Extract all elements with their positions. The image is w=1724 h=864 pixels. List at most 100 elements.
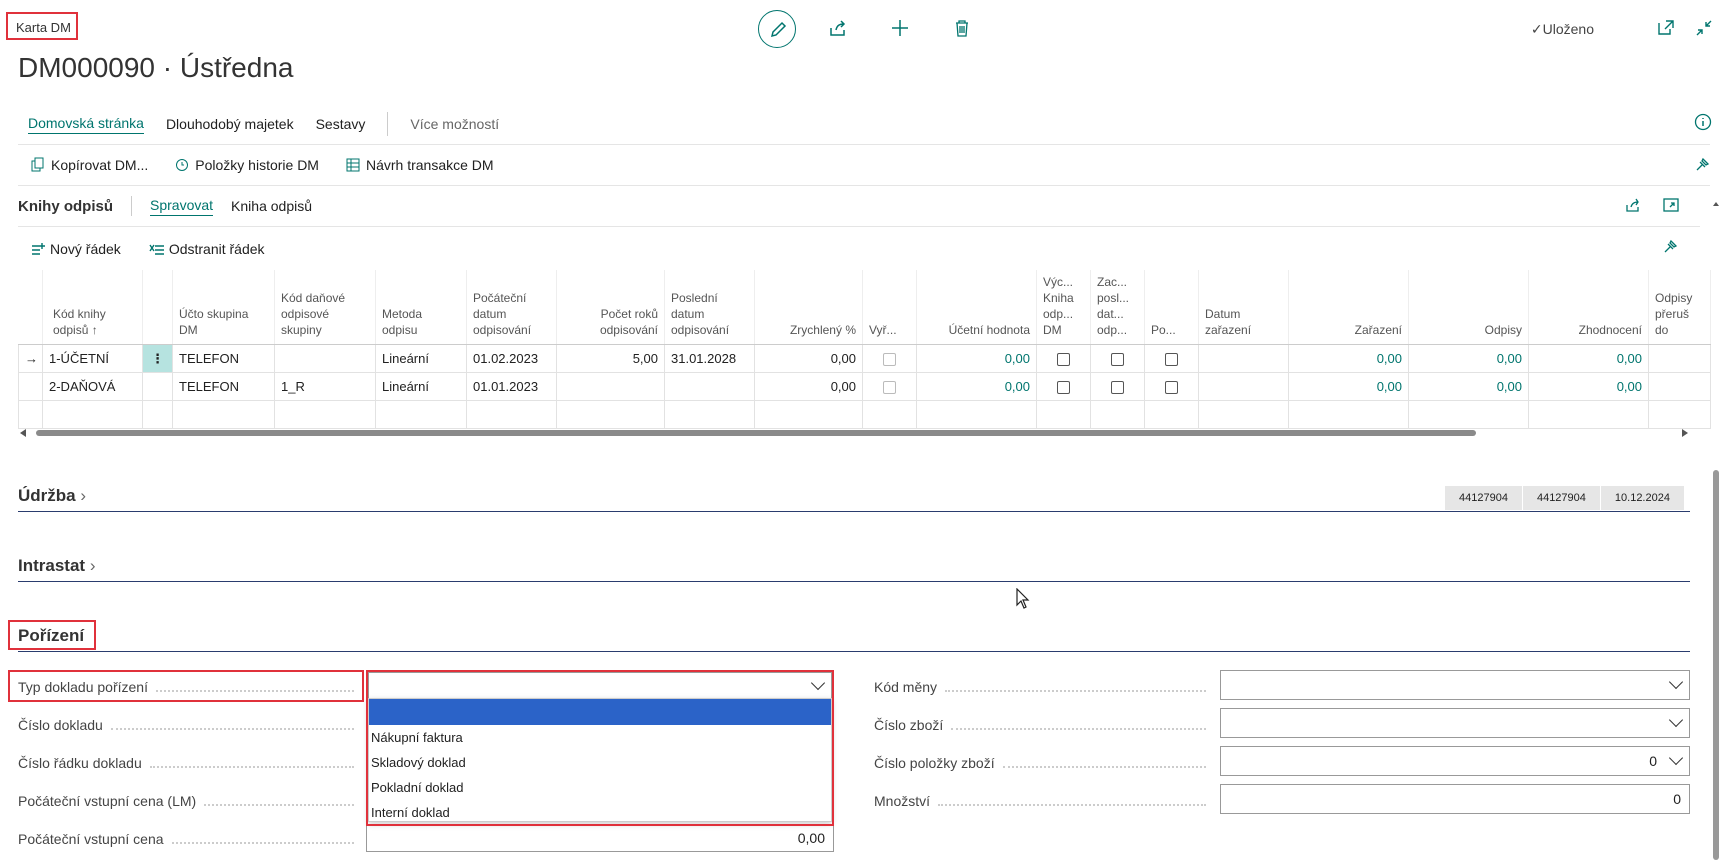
col-book-value[interactable]: Účetní hodnota xyxy=(916,270,1037,345)
cell-placement-date[interactable] xyxy=(1198,344,1289,373)
dropdown-option-purchase-invoice[interactable]: Nákupní faktura xyxy=(369,725,831,750)
col-acquisition[interactable]: Zařazení xyxy=(1288,270,1409,345)
horizontal-scrollbar[interactable] xyxy=(18,428,1692,438)
cell-end-date[interactable]: 31.01.2028 xyxy=(664,344,755,373)
dropdown-option-internal-document[interactable]: Interní doklad xyxy=(369,800,831,825)
share-icon[interactable] xyxy=(826,16,850,40)
po-checkbox[interactable] xyxy=(1165,381,1178,395)
col-appreciation[interactable]: Zhodnocení xyxy=(1528,270,1649,345)
cell-default-book[interactable] xyxy=(1036,344,1091,373)
copy-fa-button[interactable]: Kopírovat DM... xyxy=(30,157,148,173)
table-row[interactable]: 2-DAŇOVÁ TELEFON 1_R Lineární 01.01.2023… xyxy=(18,372,1711,401)
cell-method[interactable]: Lineární xyxy=(375,344,467,373)
cell-po[interactable] xyxy=(1144,344,1199,373)
cell-posting-group[interactable]: TELEFON xyxy=(172,344,275,373)
cell-acquisition[interactable]: 0,00 xyxy=(1288,344,1409,373)
chevron-down-icon[interactable] xyxy=(1668,712,1684,728)
collapse-icon[interactable] xyxy=(1694,18,1714,38)
col-end-date[interactable]: Poslední datum odpisování xyxy=(664,270,755,345)
chevron-down-icon[interactable] xyxy=(1668,674,1684,690)
pin-icon[interactable] xyxy=(1694,155,1712,173)
cell-default-book[interactable] xyxy=(1036,372,1091,401)
table-row-empty[interactable] xyxy=(18,400,1711,429)
cell-depreciation[interactable]: 0,00 xyxy=(1408,372,1529,401)
cell-appreciation[interactable]: 0,00 xyxy=(1528,344,1649,373)
vertical-scroll-thumb[interactable] xyxy=(1713,470,1719,860)
first-date-checkbox[interactable] xyxy=(1111,381,1124,395)
item-no-select[interactable] xyxy=(1220,708,1690,738)
col-interrupted[interactable]: Odpisy přeruš do xyxy=(1648,270,1711,345)
subpage-share-icon[interactable] xyxy=(1624,196,1642,214)
table-row[interactable]: → 1-ÚČETNÍ ⋮ TELEFON Lineární 01.02.2023… xyxy=(18,344,1711,373)
init-price-input[interactable]: 0,00 xyxy=(366,824,834,852)
cell-accelerated[interactable]: 0,00 xyxy=(754,372,863,401)
cell-end-date[interactable] xyxy=(664,372,755,401)
po-checkbox[interactable] xyxy=(1165,353,1178,367)
cell-first-date[interactable] xyxy=(1090,372,1145,401)
cell-po[interactable] xyxy=(1144,372,1199,401)
dropdown-option-inventory-document[interactable]: Skladový doklad xyxy=(369,750,831,775)
item-entry-no-select[interactable]: 0 xyxy=(1220,746,1690,776)
col-years[interactable]: Počet roků odpisování xyxy=(556,270,665,345)
cell-book-value[interactable]: 0,00 xyxy=(916,372,1037,401)
cell-first-date[interactable] xyxy=(1090,344,1145,373)
cell-tax-group[interactable] xyxy=(274,344,376,373)
col-depreciation[interactable]: Odpisy xyxy=(1408,270,1529,345)
tab-reports[interactable]: Sestavy xyxy=(316,116,366,132)
horizontal-scroll-thumb[interactable] xyxy=(36,430,1476,436)
subpage-pin-icon[interactable] xyxy=(1662,237,1680,255)
new-line-button[interactable]: Nový řádek xyxy=(30,241,121,257)
col-start-date[interactable]: Počáteční datum odpisování xyxy=(466,270,557,345)
cell-accelerated[interactable]: 0,00 xyxy=(754,344,863,373)
cell-book-value[interactable]: 0,00 xyxy=(916,344,1037,373)
chevron-down-icon[interactable] xyxy=(810,675,826,691)
history-entries-button[interactable]: Položky historie DM xyxy=(174,157,319,173)
chevron-down-icon[interactable] xyxy=(1668,750,1684,766)
more-options[interactable]: Více možností xyxy=(410,116,499,132)
tab-home[interactable]: Domovská stránka xyxy=(28,115,144,134)
info-icon[interactable] xyxy=(1694,113,1712,131)
maintenance-section[interactable]: Údržba › xyxy=(18,486,1690,512)
cell-start-date[interactable]: 01.01.2023 xyxy=(466,372,557,401)
transaction-proposal-button[interactable]: Návrh transakce DM xyxy=(345,157,494,173)
cell-posting-group[interactable]: TELEFON xyxy=(172,372,275,401)
col-book-code[interactable]: Kód knihy odpisů ↑ xyxy=(42,270,143,345)
col-po[interactable]: Po... xyxy=(1144,270,1199,345)
dropdown-option-cash-document[interactable]: Pokladní doklad xyxy=(369,775,831,800)
currency-select[interactable] xyxy=(1220,670,1690,700)
delete-line-button[interactable]: Odstranit řádek xyxy=(149,241,265,257)
scroll-up-icon[interactable] xyxy=(1712,200,1720,208)
scroll-left-icon[interactable] xyxy=(18,428,28,438)
edit-button[interactable] xyxy=(758,10,796,48)
scroll-right-icon[interactable] xyxy=(1680,428,1690,438)
open-new-window-icon[interactable] xyxy=(1656,18,1676,38)
cell-years[interactable] xyxy=(556,372,665,401)
cell-years[interactable]: 5,00 xyxy=(556,344,665,373)
cell-appreciation[interactable]: 0,00 xyxy=(1528,372,1649,401)
cell-tax-group[interactable]: 1_R xyxy=(274,372,376,401)
col-posting-group[interactable]: Účto skupina DM xyxy=(172,270,275,345)
cell-book-code[interactable]: 1-ÚČETNÍ xyxy=(42,344,143,373)
tab-fixed-asset[interactable]: Dlouhodobý majetek xyxy=(166,116,294,132)
cell-method[interactable]: Lineární xyxy=(375,372,467,401)
acquisition-section[interactable]: Pořízení xyxy=(18,626,1690,652)
cell-start-date[interactable]: 01.02.2023 xyxy=(466,344,557,373)
tab-depreciation-book[interactable]: Kniha odpisů xyxy=(231,198,312,214)
cell-book-code[interactable]: 2-DAŇOVÁ xyxy=(42,372,143,401)
vertical-scrollbar[interactable] xyxy=(1712,200,1720,860)
first-date-checkbox[interactable] xyxy=(1111,353,1124,367)
delete-icon[interactable] xyxy=(950,16,974,40)
quantity-input[interactable]: 0 xyxy=(1220,784,1690,814)
default-book-checkbox[interactable] xyxy=(1057,381,1070,395)
doc-type-select[interactable] xyxy=(368,672,832,700)
col-method[interactable]: Metoda odpisu xyxy=(375,270,467,345)
add-icon[interactable] xyxy=(888,16,912,40)
col-default-book[interactable]: Výc... Kniha odp... DM xyxy=(1036,270,1091,345)
cell-interrupted[interactable] xyxy=(1648,372,1711,401)
cell-placement-date[interactable] xyxy=(1198,372,1289,401)
col-placement-date[interactable]: Datum zařazení xyxy=(1198,270,1289,345)
tab-manage[interactable]: Spravovat xyxy=(150,197,214,216)
intrastat-section[interactable]: Intrastat › xyxy=(18,556,1690,582)
col-tax-group[interactable]: Kód daňové odpisové skupiny xyxy=(274,270,376,345)
col-disposed[interactable]: Vyř... xyxy=(862,270,917,345)
